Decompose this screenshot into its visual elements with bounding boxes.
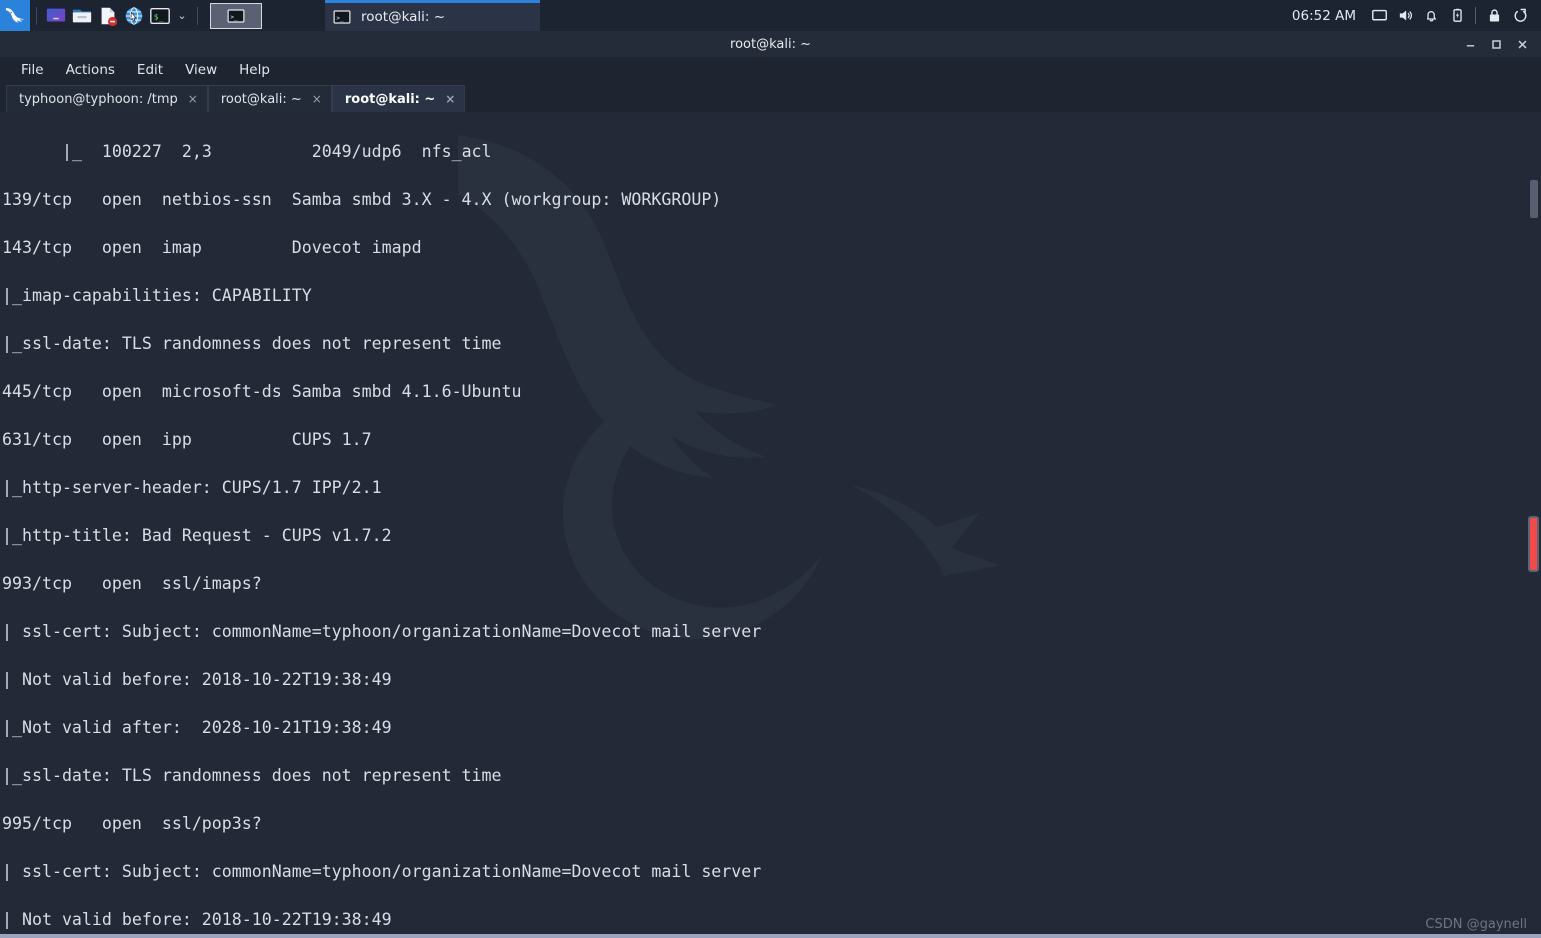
terminal-line: 143/tcp open imap Dovecot imapd [2,238,422,257]
kali-dragon-logo-icon[interactable] [0,0,30,31]
volume-icon[interactable] [1392,0,1418,31]
tab-close-icon[interactable]: × [188,92,198,106]
scrollbar-thumb[interactable] [1528,516,1539,572]
terminal-line: |_http-title: Bad Request - CUPS v1.7.2 [2,526,392,545]
menu-file[interactable]: File [10,59,55,81]
menu-help[interactable]: Help [228,59,281,81]
monitor-glyph [46,8,66,21]
notification-bell-icon[interactable] [1418,0,1444,31]
terminal-icon: >_ [333,10,351,24]
menubar: File Actions Edit View Help [0,57,1541,83]
logout-glyph [1514,8,1526,22]
document-badge-glyph [101,7,118,26]
padlock-glyph [1489,9,1499,22]
tab-root-kali-1[interactable]: root@kali: ~ × [207,85,332,112]
power-logout-icon[interactable] [1507,0,1533,31]
scrollbar-track-segment[interactable] [1530,180,1538,218]
tab-close-icon[interactable]: × [312,92,322,106]
tab-close-icon[interactable]: × [445,92,455,106]
close-icon [1517,39,1527,49]
terminal-line: |_imap-capabilities: CAPABILITY [2,286,312,305]
clock[interactable]: 06:52 AM [1292,8,1356,24]
terminal-line: 445/tcp open microsoft-ds Samba smbd 4.1… [2,382,522,401]
terminal-line: |_ssl-date: TLS randomness does not repr… [2,766,502,785]
tab-typhoon-tmp[interactable]: typhoon@typhoon: /tmp × [6,85,208,112]
svg-text:$_: $_ [154,11,164,21]
terminal-line: | ssl-cert: Subject: commonName=typhoon/… [2,862,762,881]
tab-label: root@kali: ~ [220,91,302,107]
kali-dragon-glyph [6,7,24,23]
svg-text:>_: >_ [230,14,238,21]
terminal-line: |_Not valid after: 2028-10-21T19:38:49 [2,718,392,737]
window-title: root@kali: ~ [730,36,811,52]
tab-root-kali-2[interactable]: root@kali: ~ × [331,85,466,112]
file-manager-icon[interactable] [69,3,95,29]
text-editor-icon[interactable] [95,3,121,29]
terminal-line: 631/tcp open ipp CUPS 1.7 [2,430,372,449]
close-button[interactable] [1511,33,1533,55]
taskbar-item-label: root@kali: ~ [361,9,446,25]
window-bottom-edge [0,934,1541,938]
display-icon[interactable] [1366,0,1392,31]
system-tray: 06:52 AM [1292,0,1533,31]
menu-view[interactable]: View [174,59,228,81]
window-titlebar[interactable]: root@kali: ~ [0,31,1541,57]
minimize-icon [1466,44,1474,47]
terminal-line: 993/tcp open ssl/imaps? [2,574,262,593]
display-settings-icon[interactable] [43,3,69,29]
tab-bar: typhoon@typhoon: /tmp × root@kali: ~ × r… [0,83,1541,112]
terminal-line: |_ssl-date: TLS randomness does not repr… [2,334,502,353]
battery-glyph [1452,8,1462,22]
battery-icon[interactable] [1444,0,1470,31]
tab-label: root@kali: ~ [344,91,436,107]
speaker-glyph [1399,10,1412,21]
terminal-window-button[interactable]: >_ [210,2,262,29]
tray-separator [1475,7,1476,24]
terminal-text: |_ 100227 2,3 2049/udp6 nfs_acl 139/tcp … [0,112,1541,938]
terminal-line: 995/tcp open ssl/pop3s? [2,814,262,833]
terminal-prompt-glyph: $_ [150,7,170,24]
csdn-watermark: CSDN @gaynell [1425,917,1527,932]
folder-glyph [72,9,92,22]
minimize-button[interactable] [1459,33,1481,55]
terminal-line: | Not valid before: 2018-10-22T19:38:49 [2,670,392,689]
terminal-output-area[interactable]: |_ 100227 2,3 2049/udp6 nfs_acl 139/tcp … [0,112,1541,938]
lock-icon[interactable] [1481,0,1507,31]
terminal-line: | Not valid before: 2018-10-22T19:38:49 [2,910,392,929]
terminal-line: |_ 100227 2,3 2049/udp6 nfs_acl [61,142,492,161]
terminal-scrollbar[interactable] [1527,112,1541,938]
svg-text:>_: >_ [336,15,344,22]
terminal-window: root@kali: ~ File Actions Edit View Help… [0,31,1541,938]
globe-glyph [125,6,143,25]
terminal-line: | ssl-cert: Subject: commonName=typhoon/… [2,622,762,641]
maximize-icon [1491,39,1501,49]
terminal-icon: >_ [227,8,245,23]
terminal-line: 139/tcp open netbios-ssn Samba smbd 3.X … [2,190,722,209]
menu-actions[interactable]: Actions [55,59,126,81]
menu-edit[interactable]: Edit [126,59,174,81]
taskbar-item-root-kali[interactable]: >_ root@kali: ~ [325,0,540,31]
panel-separator-left [36,6,37,25]
desktop-top-panel: $_ ⌄ >_ >_ root@kali: ~ 06:52 AM [0,0,1541,31]
terminal-launcher-icon[interactable]: $_ [147,3,173,29]
tab-label: typhoon@typhoon: /tmp [19,91,178,107]
maximize-button[interactable] [1485,33,1507,55]
panel-separator-right [197,6,198,25]
terminal-line: |_http-server-header: CUPS/1.7 IPP/2.1 [2,478,382,497]
web-browser-icon[interactable] [121,3,147,29]
monitor-glyph [1371,9,1387,21]
chevron-down-icon[interactable]: ⌄ [173,3,191,29]
window-controls [1459,31,1533,57]
bell-glyph [1426,11,1436,22]
